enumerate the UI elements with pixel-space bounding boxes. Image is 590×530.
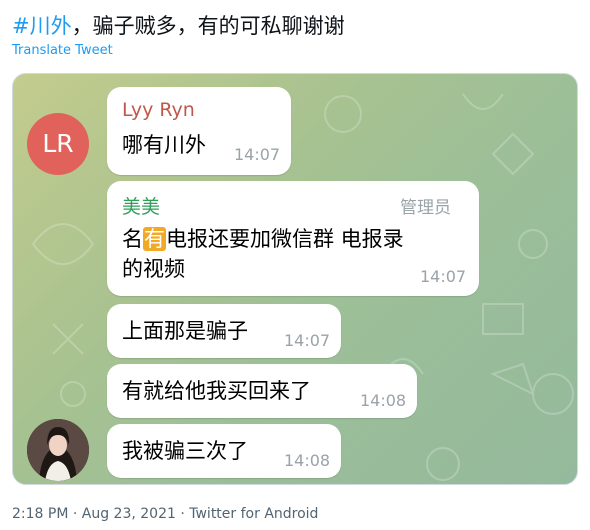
message-time: 14:08	[284, 451, 331, 470]
message-text: 上面那是骗子	[122, 319, 248, 343]
message-bubble-2[interactable]: 美美 管理员 名有电报还要加微信群 电报录 的视频 14:07	[107, 181, 479, 296]
message-time: 14:08	[360, 391, 407, 410]
sender-name[interactable]: 美美	[122, 192, 160, 219]
message-bubble-4[interactable]: 有就给他我买回来了 14:08	[107, 364, 417, 418]
message-time: 14:07	[234, 145, 281, 164]
avatar-photo[interactable]	[27, 419, 89, 481]
admin-role-badge: 管理员	[400, 198, 451, 218]
message-bubble-5[interactable]: 我被骗三次了 14:08	[107, 424, 341, 478]
message-bubble-3[interactable]: 上面那是骗子 14:07	[107, 304, 341, 358]
message-time: 14:07	[420, 267, 467, 286]
translate-tweet-link[interactable]: Translate Tweet	[12, 43, 113, 58]
highlight-char: 有	[143, 227, 166, 251]
sender-name[interactable]: Lyy Ryn	[122, 99, 195, 121]
avatar-lr[interactable]: LR	[27, 113, 89, 175]
attached-image[interactable]: LR Lyy Ryn 哪有川外 14:07 美美 管理员 名有电报还要加微信群 …	[12, 73, 578, 485]
user-photo-icon	[27, 419, 89, 481]
tweet-metadata: 2:18 PM · Aug 23, 2021 · Twitter for And…	[12, 506, 319, 522]
message-text: 名有电报还要加微信群 电报录	[122, 227, 404, 251]
hashtag-link[interactable]: #川外	[12, 14, 72, 38]
message-text: 我被骗三次了	[122, 439, 248, 463]
message-text: 哪有川外	[122, 133, 206, 157]
message-text-line2: 的视频	[122, 257, 185, 281]
message-bubble-1[interactable]: Lyy Ryn 哪有川外 14:07	[107, 87, 291, 175]
tweet-text: #川外，骗子贼多，有的可私聊谢谢	[12, 12, 345, 40]
tweet-body: ，骗子贼多，有的可私聊谢谢	[71, 14, 345, 38]
message-time: 14:07	[284, 331, 331, 350]
message-text: 有就给他我买回来了	[122, 379, 311, 403]
